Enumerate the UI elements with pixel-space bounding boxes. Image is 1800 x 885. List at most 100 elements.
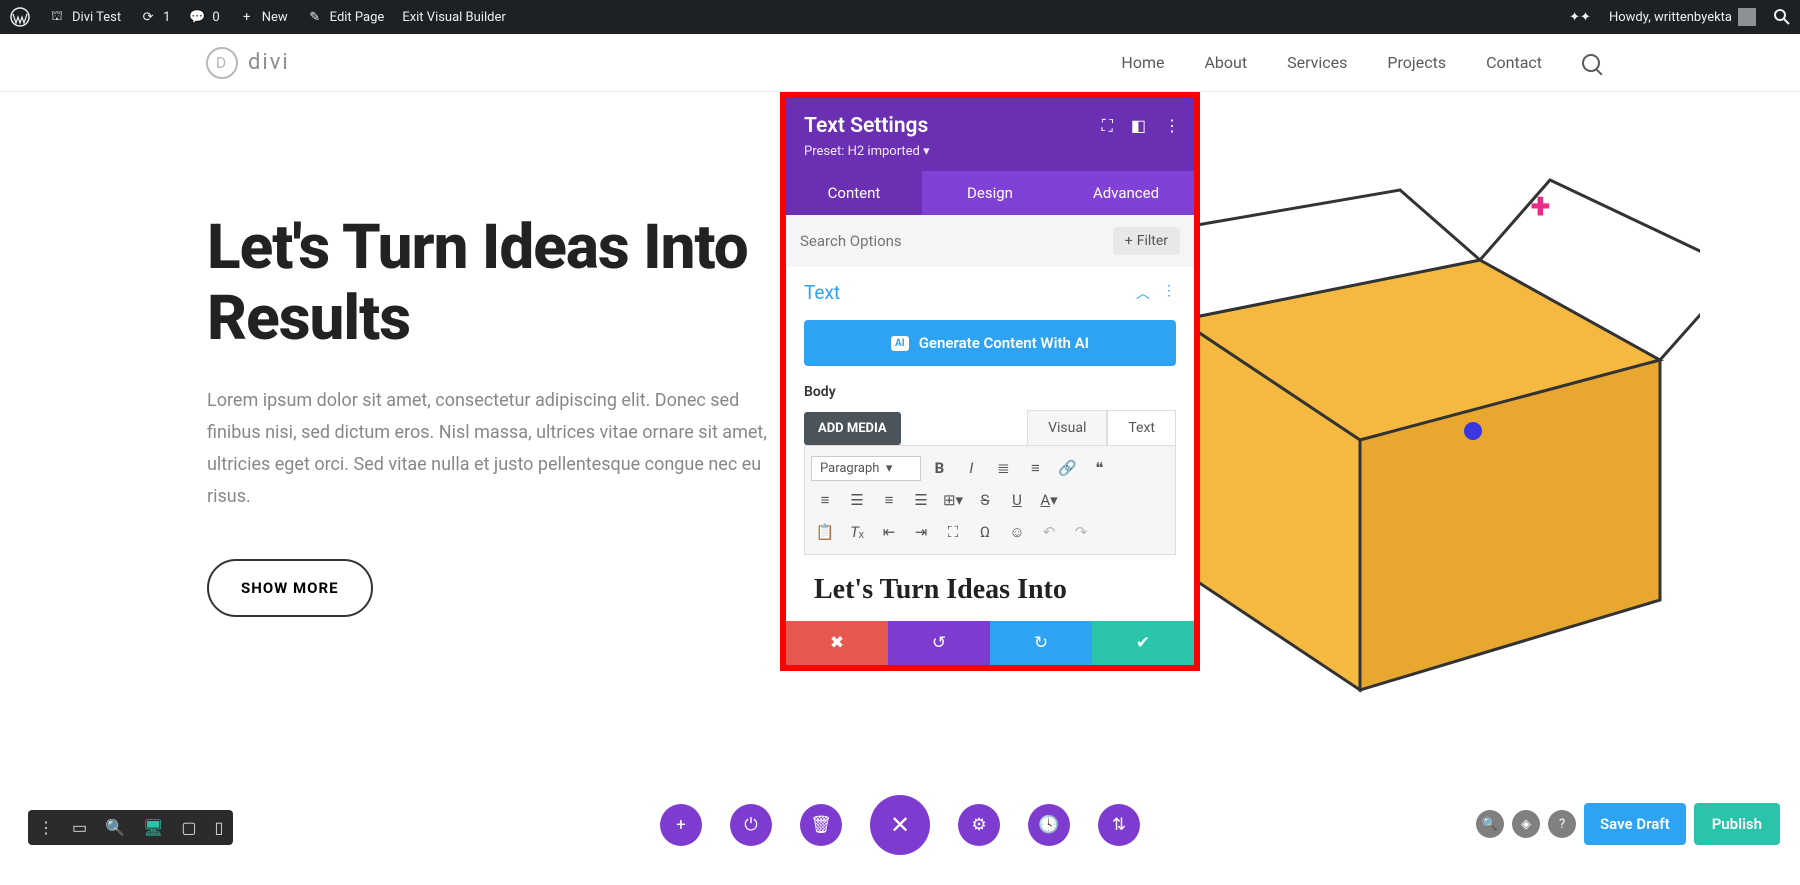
clear-format-icon[interactable]: Tₓ [843,519,871,545]
exit-vb-link[interactable]: Exit Visual Builder [402,10,505,25]
show-more-button[interactable]: SHOW MORE [207,559,373,617]
undo-icon[interactable]: ↶ [1035,519,1063,545]
align-justify-icon[interactable]: ☰ [907,487,935,513]
add-button[interactable]: + [660,804,702,846]
redo-changes-button[interactable]: ↻ [990,621,1092,665]
fullscreen-icon[interactable]: ⛶ [939,519,967,545]
format-select[interactable]: Paragraph ▾ [811,456,921,481]
save-draft-button[interactable]: Save Draft [1584,803,1686,845]
collapse-icon[interactable]: ︿ [1136,283,1150,303]
undo-changes-button[interactable]: ↺ [888,621,990,665]
ai-sparkle-icon[interactable]: ✦✦ [1569,10,1591,25]
paste-icon[interactable]: 📋 [811,519,839,545]
indent-icon[interactable]: ⇥ [907,519,935,545]
search-options-input[interactable] [800,232,1103,250]
zoom-icon[interactable]: 🔍 [105,818,125,837]
site-logo[interactable]: D divi [206,47,290,79]
settings-button[interactable]: ⚙ [958,804,1000,846]
sort-button[interactable]: ⇅ [1098,804,1140,846]
table-icon[interactable]: ⊞▾ [939,487,967,513]
trash-button[interactable]: 🗑 [800,804,842,846]
edit-page-link[interactable]: ✎Edit Page [306,8,385,26]
home-icon: ⛫ [48,8,66,26]
power-button[interactable]: ⏻ [730,804,772,846]
hero-section: Let's Turn Ideas Into Results Lorem ipsu… [0,92,770,617]
nav-contact[interactable]: Contact [1486,53,1542,72]
comments-link[interactable]: 💬0 [188,8,219,26]
nav-services[interactable]: Services [1287,53,1347,72]
close-builder-button[interactable]: ✕ [870,795,930,855]
underline-icon[interactable]: U [1003,487,1031,513]
desktop-icon[interactable]: 🖥 [143,818,163,837]
panel-footer: ✖ ↺ ↻ ✔ [786,621,1194,665]
bullet-list-icon[interactable]: ≣ [989,455,1017,481]
panel-search-bar: +Filter [786,215,1194,267]
plus-icon: + [1125,233,1133,249]
save-button[interactable]: ✔ [1092,621,1194,665]
wp-admin-bar: ⛫Divi Test ⟳1 💬0 +New ✎Edit Page Exit Vi… [0,0,1800,34]
mobile-icon[interactable]: ▯ [214,818,223,837]
help-button[interactable]: ? [1548,810,1576,838]
nav-search-icon[interactable] [1582,54,1600,72]
panel-tabs: Content Design Advanced [786,171,1194,215]
updates-link[interactable]: ⟳1 [139,8,170,26]
redo-icon: ↻ [1034,633,1048,653]
layers-button[interactable]: ◈ [1512,810,1540,838]
section-title-label[interactable]: Text [804,281,840,304]
body-label: Body [804,384,1176,400]
nav-projects[interactable]: Projects [1387,53,1446,72]
add-media-button[interactable]: ADD MEDIA [804,412,901,445]
align-center-icon[interactable]: ☰ [843,487,871,513]
check-icon: ✔ [1136,633,1150,653]
emoji-icon[interactable]: ☺ [1003,519,1031,545]
decorative-dot [1464,422,1482,440]
strikethrough-icon[interactable]: S [971,487,999,513]
tablet-icon[interactable]: ▢ [181,818,196,837]
menu-dots-icon[interactable]: ⋮ [38,818,54,837]
section-menu-icon[interactable]: ⋮ [1162,283,1176,303]
find-button[interactable]: 🔍 [1476,810,1504,838]
text-section: Text ︿ ⋮ AI Generate Content With AI Bod… [786,267,1194,621]
avatar [1738,8,1756,26]
menu-dots-icon[interactable]: ⋮ [1164,116,1180,136]
panel-header: Text Settings Preset: H2 imported ▾ ⛶ ◧ … [786,98,1194,171]
close-icon: ✖ [830,633,844,653]
number-list-icon[interactable]: ≡ [1021,455,1049,481]
howdy-link[interactable]: Howdy, writtenbyekta [1609,8,1756,26]
outdent-icon[interactable]: ⇤ [875,519,903,545]
editor-toolbar: Paragraph ▾ B I ≣ ≡ 🔗 ❝ ≡ ☰ ≡ ☰ ⊞▾ S U A… [804,445,1176,555]
text-color-icon[interactable]: A▾ [1035,487,1063,513]
tab-advanced[interactable]: Advanced [1058,171,1194,215]
editor-tab-text[interactable]: Text [1107,410,1176,445]
admin-search-icon[interactable] [1774,9,1790,25]
redo-icon[interactable]: ↷ [1067,519,1095,545]
panel-preset[interactable]: Preset: H2 imported ▾ [804,144,1176,159]
publish-controls: 🔍 ◈ ? Save Draft Publish [1476,803,1780,845]
align-right-icon[interactable]: ≡ [875,487,903,513]
wp-logo-icon[interactable] [10,7,30,27]
new-link[interactable]: +New [238,8,288,26]
nav-home[interactable]: Home [1121,53,1164,72]
italic-icon[interactable]: I [957,455,985,481]
tab-design[interactable]: Design [922,171,1058,215]
generate-ai-button[interactable]: AI Generate Content With AI [804,320,1176,366]
hero-title: Let's Turn Ideas Into Results [207,212,770,355]
tab-content[interactable]: Content [786,171,922,215]
wireframe-icon[interactable]: ▭ [72,818,87,837]
filter-button[interactable]: +Filter [1113,227,1180,255]
link-icon[interactable]: 🔗 [1053,455,1081,481]
align-left-icon[interactable]: ≡ [811,487,839,513]
nav-about[interactable]: About [1204,53,1247,72]
special-char-icon[interactable]: Ω [971,519,999,545]
discard-button[interactable]: ✖ [786,621,888,665]
expand-icon[interactable]: ⛶ [1102,116,1113,136]
editor-tab-visual[interactable]: Visual [1027,410,1107,445]
snap-icon[interactable]: ◧ [1131,116,1146,136]
history-button[interactable]: 🕓 [1028,804,1070,846]
bold-icon[interactable]: B [925,455,953,481]
site-name-link[interactable]: ⛫Divi Test [48,8,121,26]
builder-actions: + ⏻ 🗑 ✕ ⚙ 🕓 ⇅ [660,795,1140,855]
publish-button[interactable]: Publish [1694,803,1780,845]
editor-content[interactable]: Let's Turn Ideas Into [804,555,1176,607]
quote-icon[interactable]: ❝ [1085,455,1113,481]
